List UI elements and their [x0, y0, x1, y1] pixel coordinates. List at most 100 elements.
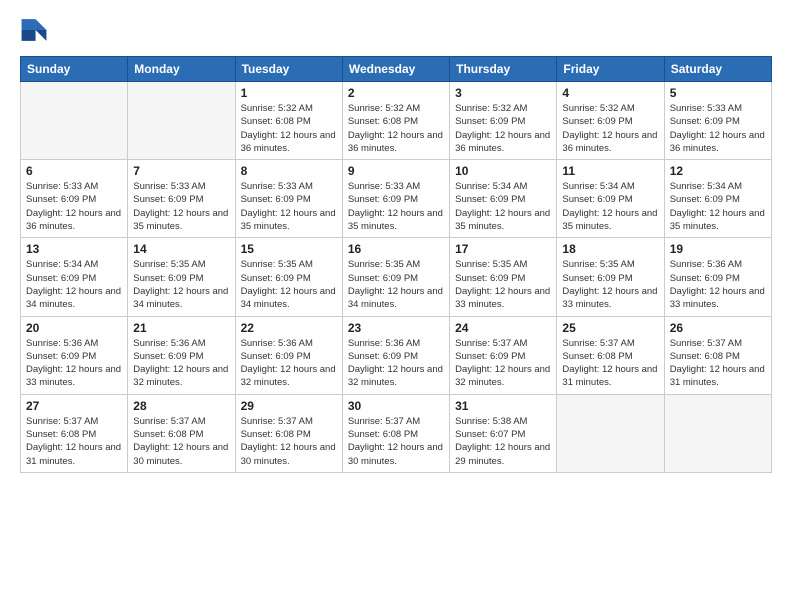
week-row-1: 1 Sunrise: 5:32 AMSunset: 6:08 PMDaylight…: [21, 82, 772, 160]
calendar-cell: 18 Sunrise: 5:35 AMSunset: 6:09 PMDayligh…: [557, 238, 664, 316]
day-info: Sunrise: 5:33 AMSunset: 6:09 PMDaylight:…: [670, 102, 766, 155]
day-info: Sunrise: 5:37 AMSunset: 6:09 PMDaylight:…: [455, 337, 551, 390]
logo-icon: [20, 16, 48, 44]
day-info: Sunrise: 5:36 AMSunset: 6:09 PMDaylight:…: [348, 337, 444, 390]
weekday-header-row: SundayMondayTuesdayWednesdayThursdayFrid…: [21, 57, 772, 82]
day-number: 11: [562, 164, 658, 178]
calendar-cell: 30Sunrise: 5:37 AMSunset: 6:08 PMDayligh…: [342, 394, 449, 472]
day-number: 30: [348, 399, 444, 413]
calendar-cell: 6Sunrise: 5:33 AMSunset: 6:09 PMDaylight…: [21, 160, 128, 238]
day-number: 17: [455, 242, 551, 256]
calendar-cell: 24 Sunrise: 5:37 AMSunset: 6:09 PMDayligh…: [450, 316, 557, 394]
day-info: Sunrise: 5:33 AMSunset: 6:09 PMDaylight:…: [133, 180, 229, 233]
week-row-4: 20 Sunrise: 5:36 AMSunset: 6:09 PMDayligh…: [21, 316, 772, 394]
day-number: 24: [455, 321, 551, 335]
day-info: Sunrise: 5:32 AMSunset: 6:08 PMDaylight:…: [241, 102, 337, 155]
day-number: 13: [26, 242, 122, 256]
day-info: Sunrise: 5:33 AMSunset: 6:09 PMDaylight:…: [348, 180, 444, 233]
day-number: 22: [241, 321, 337, 335]
day-info: Sunrise: 5:36 AMSunset: 6:09 PMDaylight:…: [133, 337, 229, 390]
day-info: Sunrise: 5:35 AMSunset: 6:09 PMDaylight:…: [562, 258, 658, 311]
calendar: SundayMondayTuesdayWednesdayThursdayFrid…: [20, 56, 772, 473]
day-number: 8: [241, 164, 337, 178]
weekday-header-tuesday: Tuesday: [235, 57, 342, 82]
calendar-cell: 8 Sunrise: 5:33 AMSunset: 6:09 PMDaylight…: [235, 160, 342, 238]
page: SundayMondayTuesdayWednesdayThursdayFrid…: [0, 0, 792, 493]
day-info: Sunrise: 5:34 AMSunset: 6:09 PMDaylight:…: [26, 258, 122, 311]
logo: [20, 16, 52, 44]
day-number: 15: [241, 242, 337, 256]
calendar-cell: 12Sunrise: 5:34 AMSunset: 6:09 PMDayligh…: [664, 160, 771, 238]
day-info: Sunrise: 5:37 AMSunset: 6:08 PMDaylight:…: [26, 415, 122, 468]
day-info: Sunrise: 5:37 AMSunset: 6:08 PMDaylight:…: [133, 415, 229, 468]
day-info: Sunrise: 5:34 AMSunset: 6:09 PMDaylight:…: [562, 180, 658, 233]
day-info: Sunrise: 5:32 AMSunset: 6:09 PMDaylight:…: [455, 102, 551, 155]
calendar-cell: 3Sunrise: 5:32 AMSunset: 6:09 PMDaylight…: [450, 82, 557, 160]
day-info: Sunrise: 5:35 AMSunset: 6:09 PMDaylight:…: [455, 258, 551, 311]
calendar-cell: [128, 82, 235, 160]
calendar-cell: [557, 394, 664, 472]
calendar-cell: 27 Sunrise: 5:37 AMSunset: 6:08 PMDayligh…: [21, 394, 128, 472]
calendar-cell: 10 Sunrise: 5:34 AMSunset: 6:09 PMDayligh…: [450, 160, 557, 238]
header: [20, 16, 772, 44]
calendar-cell: 31 Sunrise: 5:38 AMSunset: 6:07 PMDayligh…: [450, 394, 557, 472]
calendar-cell: 11 Sunrise: 5:34 AMSunset: 6:09 PMDayligh…: [557, 160, 664, 238]
day-info: Sunrise: 5:36 AMSunset: 6:09 PMDaylight:…: [26, 337, 122, 390]
weekday-header-sunday: Sunday: [21, 57, 128, 82]
weekday-header-thursday: Thursday: [450, 57, 557, 82]
calendar-cell: 13 Sunrise: 5:34 AMSunset: 6:09 PMDayligh…: [21, 238, 128, 316]
calendar-cell: 1 Sunrise: 5:32 AMSunset: 6:08 PMDaylight…: [235, 82, 342, 160]
day-number: 20: [26, 321, 122, 335]
calendar-cell: 29 Sunrise: 5:37 AMSunset: 6:08 PMDayligh…: [235, 394, 342, 472]
day-number: 16: [348, 242, 444, 256]
calendar-cell: 14 Sunrise: 5:35 AMSunset: 6:09 PMDayligh…: [128, 238, 235, 316]
calendar-cell: 19 Sunrise: 5:36 AMSunset: 6:09 PMDayligh…: [664, 238, 771, 316]
day-number: 26: [670, 321, 766, 335]
day-info: Sunrise: 5:32 AMSunset: 6:09 PMDaylight:…: [562, 102, 658, 155]
calendar-cell: 21 Sunrise: 5:36 AMSunset: 6:09 PMDayligh…: [128, 316, 235, 394]
calendar-cell: 16 Sunrise: 5:35 AMSunset: 6:09 PMDayligh…: [342, 238, 449, 316]
calendar-cell: 22 Sunrise: 5:36 AMSunset: 6:09 PMDayligh…: [235, 316, 342, 394]
day-info: Sunrise: 5:37 AMSunset: 6:08 PMDaylight:…: [670, 337, 766, 390]
day-number: 1: [241, 86, 337, 100]
day-number: 29: [241, 399, 337, 413]
week-row-5: 27 Sunrise: 5:37 AMSunset: 6:08 PMDayligh…: [21, 394, 772, 472]
calendar-cell: 28Sunrise: 5:37 AMSunset: 6:08 PMDayligh…: [128, 394, 235, 472]
calendar-cell: [664, 394, 771, 472]
day-number: 21: [133, 321, 229, 335]
calendar-cell: 4 Sunrise: 5:32 AMSunset: 6:09 PMDaylight…: [557, 82, 664, 160]
weekday-header-friday: Friday: [557, 57, 664, 82]
calendar-cell: 7 Sunrise: 5:33 AMSunset: 6:09 PMDaylight…: [128, 160, 235, 238]
week-row-3: 13 Sunrise: 5:34 AMSunset: 6:09 PMDayligh…: [21, 238, 772, 316]
day-number: 19: [670, 242, 766, 256]
day-info: Sunrise: 5:38 AMSunset: 6:07 PMDaylight:…: [455, 415, 551, 468]
calendar-cell: 23Sunrise: 5:36 AMSunset: 6:09 PMDayligh…: [342, 316, 449, 394]
day-info: Sunrise: 5:34 AMSunset: 6:09 PMDaylight:…: [455, 180, 551, 233]
calendar-cell: 9Sunrise: 5:33 AMSunset: 6:09 PMDaylight…: [342, 160, 449, 238]
day-info: Sunrise: 5:33 AMSunset: 6:09 PMDaylight:…: [26, 180, 122, 233]
day-number: 7: [133, 164, 229, 178]
day-info: Sunrise: 5:36 AMSunset: 6:09 PMDaylight:…: [670, 258, 766, 311]
day-number: 18: [562, 242, 658, 256]
day-info: Sunrise: 5:35 AMSunset: 6:09 PMDaylight:…: [348, 258, 444, 311]
calendar-cell: [21, 82, 128, 160]
day-info: Sunrise: 5:36 AMSunset: 6:09 PMDaylight:…: [241, 337, 337, 390]
day-info: Sunrise: 5:35 AMSunset: 6:09 PMDaylight:…: [241, 258, 337, 311]
day-info: Sunrise: 5:35 AMSunset: 6:09 PMDaylight:…: [133, 258, 229, 311]
day-number: 4: [562, 86, 658, 100]
day-info: Sunrise: 5:37 AMSunset: 6:08 PMDaylight:…: [562, 337, 658, 390]
day-info: Sunrise: 5:34 AMSunset: 6:09 PMDaylight:…: [670, 180, 766, 233]
day-info: Sunrise: 5:33 AMSunset: 6:09 PMDaylight:…: [241, 180, 337, 233]
week-row-2: 6Sunrise: 5:33 AMSunset: 6:09 PMDaylight…: [21, 160, 772, 238]
calendar-cell: 26 Sunrise: 5:37 AMSunset: 6:08 PMDayligh…: [664, 316, 771, 394]
weekday-header-wednesday: Wednesday: [342, 57, 449, 82]
day-number: 10: [455, 164, 551, 178]
day-number: 27: [26, 399, 122, 413]
calendar-cell: 5Sunrise: 5:33 AMSunset: 6:09 PMDaylight…: [664, 82, 771, 160]
day-number: 31: [455, 399, 551, 413]
calendar-cell: 2Sunrise: 5:32 AMSunset: 6:08 PMDaylight…: [342, 82, 449, 160]
calendar-cell: 17 Sunrise: 5:35 AMSunset: 6:09 PMDayligh…: [450, 238, 557, 316]
day-number: 14: [133, 242, 229, 256]
calendar-cell: 25Sunrise: 5:37 AMSunset: 6:08 PMDayligh…: [557, 316, 664, 394]
day-info: Sunrise: 5:37 AMSunset: 6:08 PMDaylight:…: [241, 415, 337, 468]
